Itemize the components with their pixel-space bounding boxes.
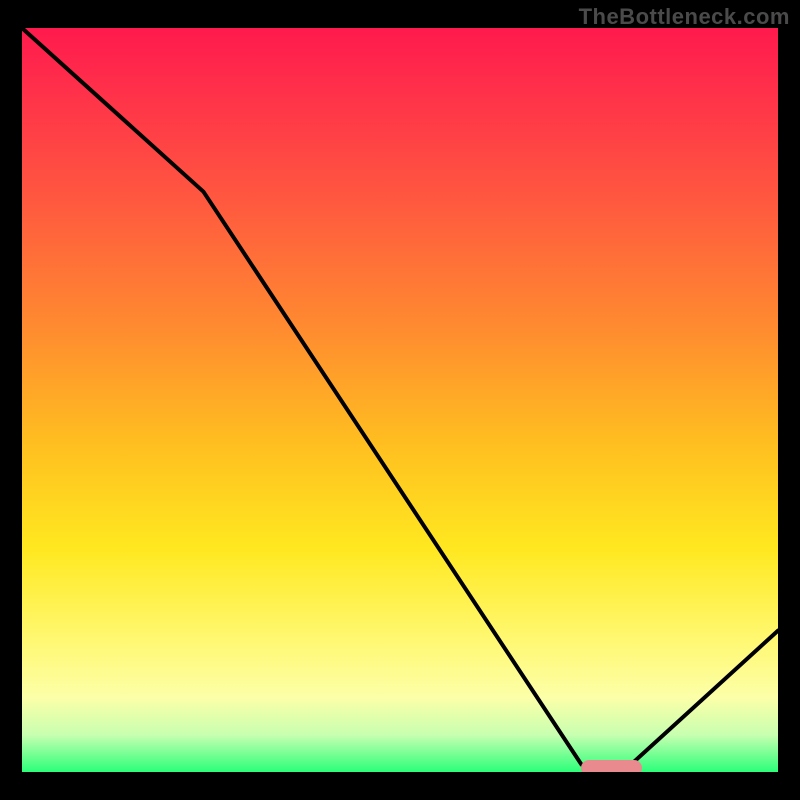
plot-area <box>22 28 778 772</box>
watermark-text: TheBottleneck.com <box>579 4 790 30</box>
bottleneck-curve <box>22 28 778 772</box>
chart-frame: TheBottleneck.com <box>0 0 800 800</box>
optimum-marker <box>581 760 641 772</box>
